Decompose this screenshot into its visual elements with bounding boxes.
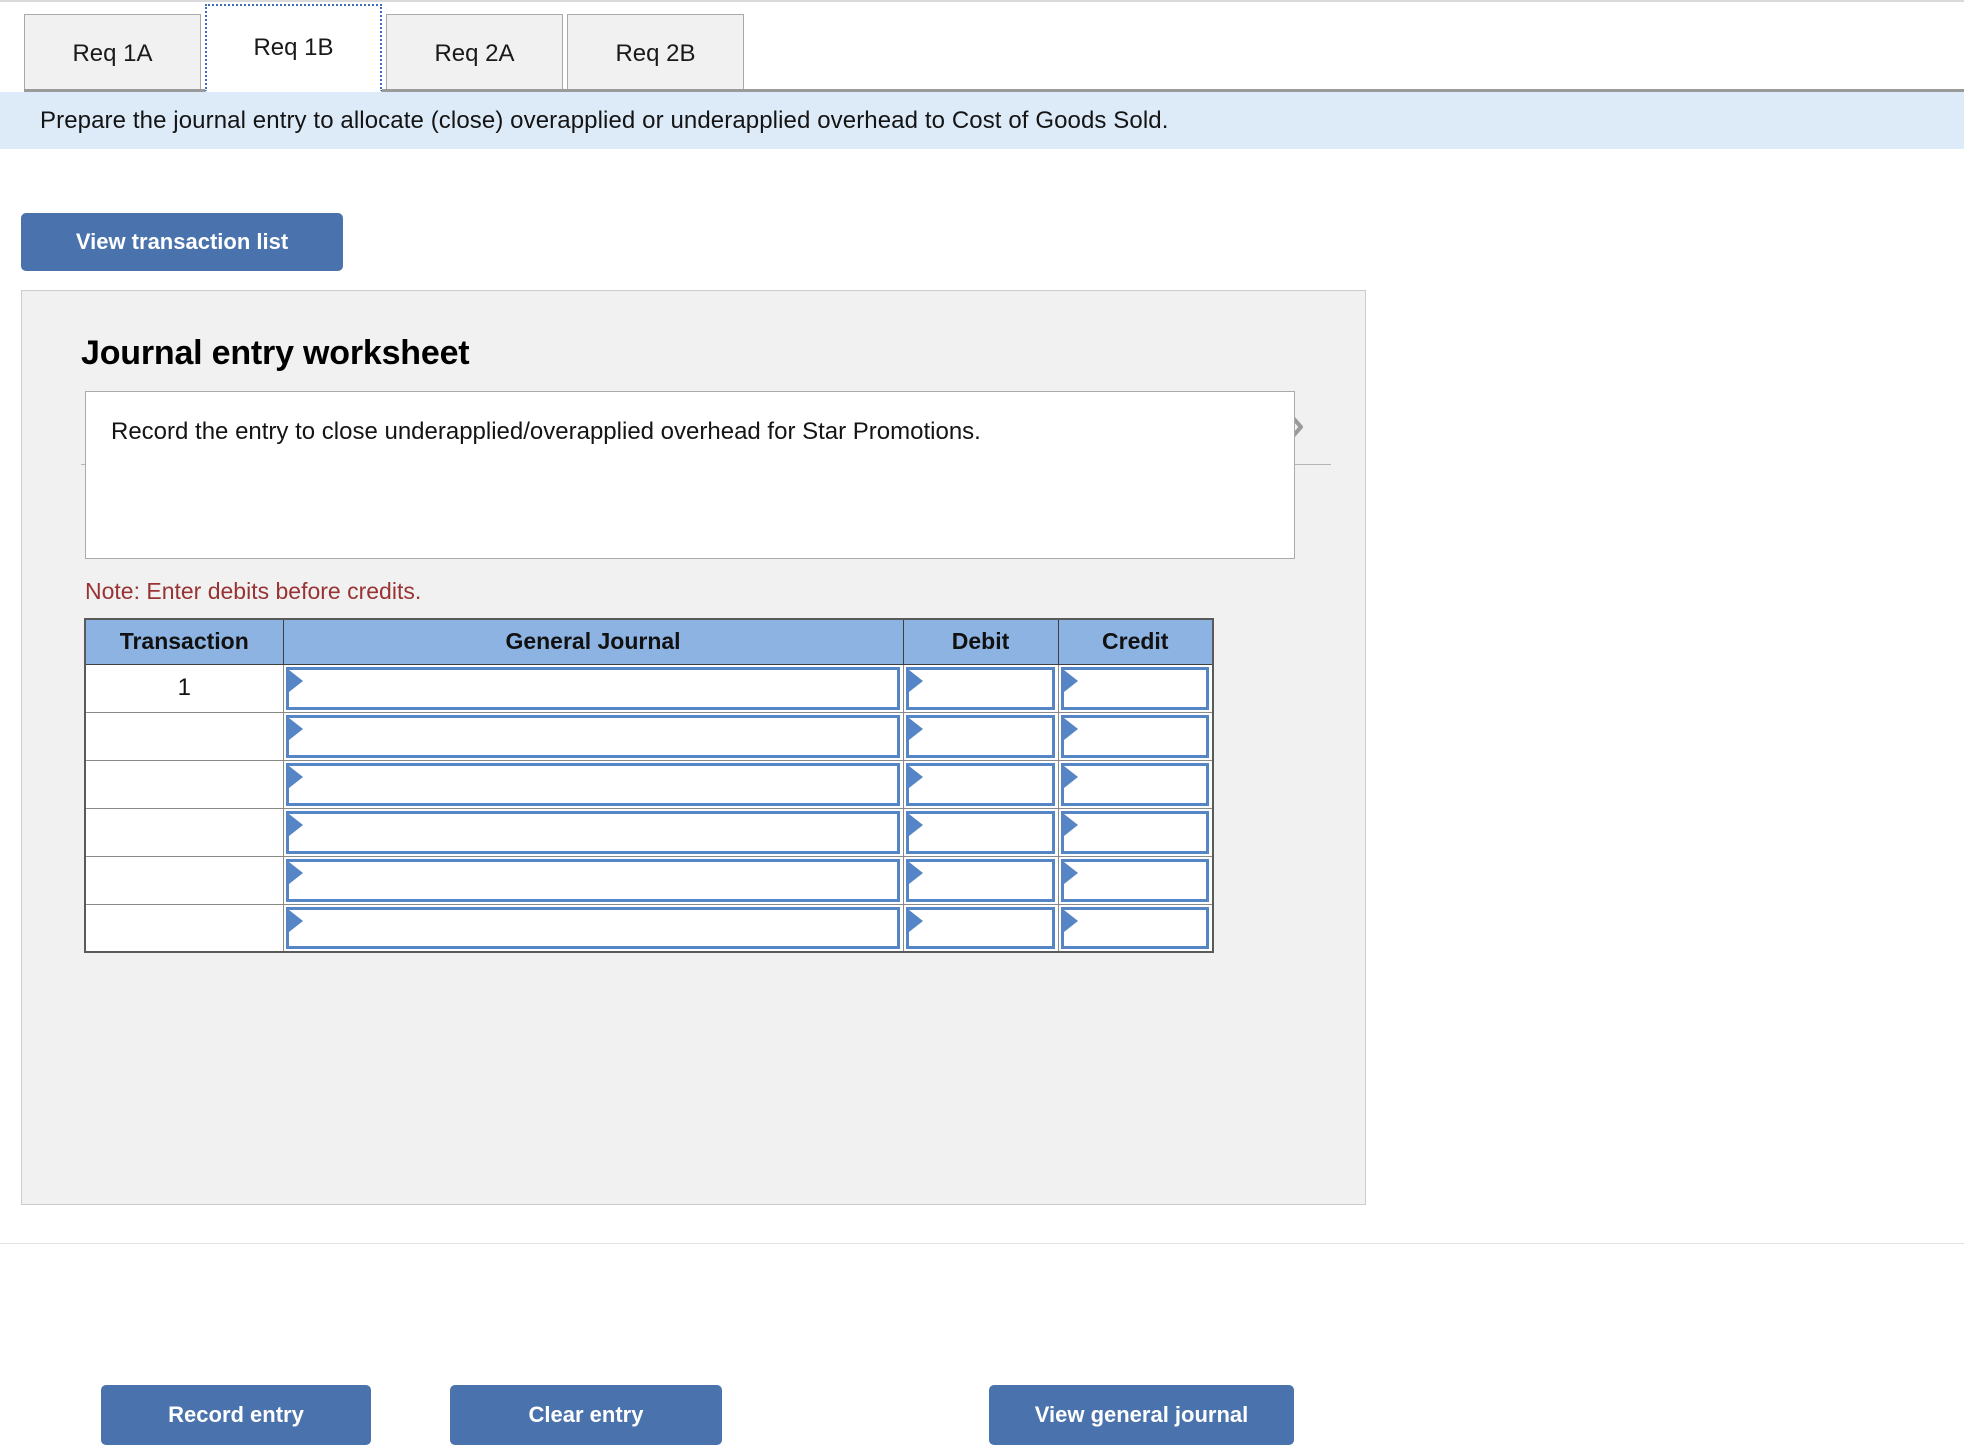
worksheet-title: Journal entry worksheet — [81, 334, 470, 372]
credit-input-3[interactable] — [1060, 762, 1209, 806]
tab-req-2b-label: Req 2B — [615, 39, 696, 67]
clear-entry-button[interactable]: Clear entry — [450, 1385, 722, 1445]
debit-cell-3[interactable] — [902, 759, 1059, 809]
dropdown-triangle-icon — [1063, 861, 1078, 884]
credit-input-6[interactable] — [1060, 906, 1209, 949]
general-journal-cell-5[interactable] — [282, 855, 904, 905]
dropdown-triangle-icon — [288, 669, 303, 692]
general-journal-cell-4[interactable] — [282, 807, 904, 857]
debit-input-3[interactable] — [905, 762, 1055, 806]
dropdown-triangle-icon — [288, 765, 303, 788]
tab-req-1b[interactable]: Req 1B — [205, 4, 382, 92]
column-header-debit: Debit — [902, 618, 1059, 665]
debit-cell-6[interactable] — [902, 903, 1059, 953]
dropdown-triangle-icon — [1063, 909, 1078, 932]
debit-cell-2[interactable] — [902, 711, 1059, 761]
dropdown-triangle-icon — [1063, 813, 1078, 836]
dropdown-triangle-icon — [288, 813, 303, 836]
table-row — [84, 855, 1214, 905]
tab-req-2b[interactable]: Req 2B — [567, 14, 744, 92]
debit-cell-4[interactable] — [902, 807, 1059, 857]
transaction-number-cell-3 — [84, 759, 284, 809]
transaction-number-cell-2 — [84, 711, 284, 761]
requirement-tabs: Req 1A Req 1B Req 2A Req 2B — [24, 4, 748, 92]
table-row: 1 — [84, 663, 1214, 713]
bottom-divider — [0, 1243, 1964, 1244]
general-journal-cell-2[interactable] — [282, 711, 904, 761]
general-journal-input-5[interactable] — [285, 858, 900, 902]
record-entry-button[interactable]: Record entry — [101, 1385, 371, 1445]
dropdown-triangle-icon — [1063, 669, 1078, 692]
general-journal-input-6[interactable] — [285, 906, 900, 949]
general-journal-input-2[interactable] — [285, 714, 900, 758]
general-journal-cell-6[interactable] — [282, 903, 904, 953]
debit-cell-1[interactable] — [902, 663, 1059, 713]
top-divider — [0, 0, 1964, 2]
debit-input-2[interactable] — [905, 714, 1055, 758]
dropdown-triangle-icon — [1063, 765, 1078, 788]
journal-entry-worksheet-panel: Journal entry worksheet A Record the ent… — [21, 290, 1366, 1445]
entry-description-text: Record the entry to close underapplied/o… — [111, 418, 981, 445]
tab-req-1a-label: Req 1A — [72, 39, 153, 67]
dropdown-triangle-icon — [908, 669, 923, 692]
credit-cell-6[interactable] — [1057, 903, 1214, 953]
credit-cell-2[interactable] — [1057, 711, 1214, 761]
transaction-number-cell-1: 1 — [84, 663, 284, 713]
debit-input-5[interactable] — [905, 858, 1055, 902]
credit-cell-4[interactable] — [1057, 807, 1214, 857]
credit-cell-1[interactable] — [1057, 663, 1214, 713]
dropdown-triangle-icon — [908, 909, 923, 932]
general-journal-input-4[interactable] — [285, 810, 900, 854]
dropdown-triangle-icon — [288, 909, 303, 932]
tab-req-2a-label: Req 2A — [434, 39, 515, 67]
debit-cell-5[interactable] — [902, 855, 1059, 905]
credit-cell-3[interactable] — [1057, 759, 1214, 809]
general-journal-input-3[interactable] — [285, 762, 900, 806]
dropdown-triangle-icon — [908, 813, 923, 836]
journal-entry-table: Transaction General Journal Debit Credit… — [84, 618, 1214, 953]
debit-input-4[interactable] — [905, 810, 1055, 854]
entry-description-box: Record the entry to close underapplied/o… — [85, 391, 1295, 559]
credit-input-4[interactable] — [1060, 810, 1209, 854]
credit-input-5[interactable] — [1060, 858, 1209, 902]
debits-before-credits-note: Note: Enter debits before credits. — [85, 578, 422, 604]
debit-input-6[interactable] — [905, 906, 1055, 949]
dropdown-triangle-icon — [288, 717, 303, 740]
dropdown-triangle-icon — [908, 765, 923, 788]
tab-req-2a[interactable]: Req 2A — [386, 14, 563, 92]
view-transaction-list-button[interactable]: View transaction list — [21, 213, 343, 271]
general-journal-cell-1[interactable] — [282, 663, 904, 713]
instruction-text: Prepare the journal entry to allocate (c… — [40, 106, 1169, 134]
credit-cell-5[interactable] — [1057, 855, 1214, 905]
transaction-number-cell-4 — [84, 807, 284, 857]
dropdown-triangle-icon — [908, 861, 923, 884]
table-row — [84, 807, 1214, 857]
credit-input-1[interactable] — [1060, 666, 1209, 710]
table-header-row: Transaction General Journal Debit Credit — [84, 618, 1214, 665]
table-row — [84, 903, 1214, 953]
dropdown-triangle-icon — [908, 717, 923, 740]
column-header-transaction: Transaction — [84, 618, 284, 665]
tab-req-1a[interactable]: Req 1A — [24, 14, 201, 92]
transaction-number-cell-6 — [84, 903, 284, 953]
instruction-banner: Prepare the journal entry to allocate (c… — [0, 92, 1964, 149]
debit-input-1[interactable] — [905, 666, 1055, 710]
column-header-credit: Credit — [1057, 618, 1214, 665]
tab-req-1b-label: Req 1B — [253, 34, 334, 61]
table-row — [84, 711, 1214, 761]
dropdown-triangle-icon — [1063, 717, 1078, 740]
credit-input-2[interactable] — [1060, 714, 1209, 758]
dropdown-triangle-icon — [288, 861, 303, 884]
general-journal-input-1[interactable] — [285, 666, 900, 710]
general-journal-cell-3[interactable] — [282, 759, 904, 809]
view-general-journal-button[interactable]: View general journal — [989, 1385, 1294, 1445]
column-header-general-journal: General Journal — [282, 618, 904, 665]
table-row — [84, 759, 1214, 809]
transaction-number-cell-5 — [84, 855, 284, 905]
